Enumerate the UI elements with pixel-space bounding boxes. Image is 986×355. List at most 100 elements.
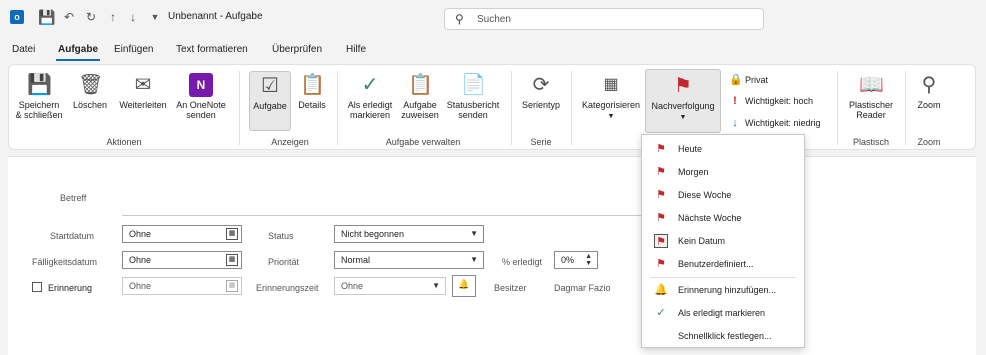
forward-button[interactable]: ✉ Weiterleiten [113,73,173,110]
ribbon-separator [337,71,338,145]
search-placeholder: Suchen [477,14,511,25]
spinner-icon[interactable]: ▲ ▼ [585,253,592,267]
details-view-button[interactable]: 📋 Details [293,73,331,110]
lock-icon: 🔒 [729,74,743,86]
recurrence-button[interactable]: ⟳ Serientyp [517,73,565,110]
ribbon-separator [571,71,572,145]
search-icon: ⚲ [455,12,464,26]
reminder-sound-button[interactable]: 🔔 [452,275,476,297]
delete-button[interactable]: 🗑 Löschen [67,73,113,110]
start-date-field[interactable]: Ohne ▦ [122,225,242,243]
menu-item-tomorrow[interactable]: ⚑ Morgen [642,161,804,183]
reminder-time-select[interactable]: Ohne ▼ [334,277,446,295]
title-bar: o 💾 ↶ ↻ ↑ ↓ ▼ Unbenannt - Aufgabe ⚲ Such… [0,0,986,36]
redo-icon[interactable]: ↻ [84,10,98,24]
menu-item-this-week[interactable]: ⚑ Diese Woche [642,184,804,206]
chevron-down-icon: ▼ [470,255,478,264]
send-status-report-button[interactable]: 📄 Statusbericht senden [443,73,503,120]
priority-label: Priorität [268,257,300,267]
tab-datei[interactable]: Datei [12,44,35,55]
zoom-button[interactable]: ⚲ Zoom [909,73,949,110]
status-label: Status [268,231,294,241]
calendar-icon[interactable]: ▦ [226,280,238,292]
private-button[interactable]: 🔒 Privat [729,73,768,86]
tab-ueberpruefen[interactable]: Überprüfen [272,44,322,55]
categorize-icon: ▦ [603,76,619,93]
undo-icon[interactable]: ↶ [62,10,76,24]
customize-toolbar-icon[interactable]: ▼ [148,10,162,24]
search-input[interactable]: ⚲ Suchen [444,8,764,30]
calendar-icon[interactable]: ▦ [226,228,238,240]
percent-complete-label: % erledigt [502,257,543,267]
flag-icon: ⚑ [654,234,668,248]
group-label-zoom: Zoom [917,137,941,147]
tab-aufgabe[interactable]: Aufgabe [58,44,98,55]
next-item-icon[interactable]: ↓ [126,10,140,24]
bell-icon: 🔔 [654,284,668,296]
task-view-button[interactable]: ☑ Aufgabe [249,71,291,131]
ribbon-separator [511,71,512,145]
menu-item-mark-complete[interactable]: ✓ Als erledigt markieren [642,302,804,324]
subject-label: Betreff [60,193,87,203]
ribbon-separator [239,71,240,145]
ribbon: 💾 Speichern & schließen 🗑 Löschen ✉ Weit… [8,64,976,150]
active-tab-indicator [56,59,100,61]
immersive-reader-icon: 📖 [859,74,884,96]
start-date-label: Startdatum [50,231,95,241]
group-label-show: Anzeigen [271,137,309,147]
chevron-down-icon: ▼ [432,281,440,290]
ribbon-separator [837,71,838,145]
save-close-button[interactable]: 💾 Speichern & schließen [13,73,65,120]
owner-value: Dagmar Fazio [554,283,611,293]
checkmark-icon: ✓ [656,307,666,319]
owner-label: Besitzer [494,283,527,293]
priority-select[interactable]: Normal ▼ [334,251,484,269]
follow-up-button[interactable]: ⚑ Nachverfolgung ▼ [645,69,721,133]
menu-item-set-quick-click[interactable]: Schnellklick festlegen... [642,325,804,347]
tab-hilfe[interactable]: Hilfe [346,44,366,55]
status-select[interactable]: Nicht begonnen ▼ [334,225,484,243]
onenote-icon: N [189,73,213,97]
send-to-onenote-button[interactable]: N An OneNote senden [173,73,229,120]
menu-bar: Datei Aufgabe Einfügen Text formatieren … [0,36,986,62]
magnifier-icon: ⚲ [921,74,937,96]
flag-icon: ⚑ [674,75,692,97]
menu-item-custom[interactable]: ⚑ Benutzerdefiniert... [642,253,804,275]
menu-item-next-week[interactable]: ⚑ Nächste Woche [642,207,804,229]
reminder-time-label: Erinnerungszeit [256,283,319,293]
reminder-label: Erinnerung [48,283,93,293]
menu-item-today[interactable]: ⚑ Heute [642,138,804,160]
percent-complete-stepper[interactable]: 0% ▲ ▼ [554,251,598,269]
group-label-manage-task: Aufgabe verwalten [385,137,461,147]
flag-icon: ⚑ [656,143,666,155]
flag-icon: ⚑ [656,258,666,270]
subject-input[interactable] [122,215,662,216]
mark-complete-button[interactable]: ✓ Als erledigt markieren [343,73,397,120]
arrow-down-icon: ↓ [732,117,738,129]
flag-icon: ⚑ [656,189,666,201]
due-date-label: Fälligkeitsdatum [32,257,98,267]
high-importance-button[interactable]: ! Wichtigkeit: hoch [729,95,813,107]
previous-item-icon[interactable]: ↑ [106,10,120,24]
immersive-reader-button[interactable]: 📖 Plastischer Reader [843,73,899,120]
group-label-series: Serie [530,137,552,147]
flag-icon: ⚑ [656,212,666,224]
tab-einfuegen[interactable]: Einfügen [114,44,153,55]
save-icon[interactable]: 💾 [38,10,55,24]
save-close-icon: 💾 [27,74,52,96]
tab-text-formatieren[interactable]: Text formatieren [176,44,248,55]
assign-task-button[interactable]: 📋 Aufgabe zuweisen [397,73,443,120]
exclamation-icon: ! [733,95,737,107]
window-title: Unbenannt - Aufgabe [168,11,263,22]
ribbon-separator [905,71,906,145]
categorize-button[interactable]: ▦ Kategorisieren ▼ [575,73,647,122]
calendar-icon[interactable]: ▦ [226,254,238,266]
low-importance-button[interactable]: ↓ Wichtigkeit: niedrig [729,117,820,129]
menu-item-no-date[interactable]: ⚑ Kein Datum [642,230,804,252]
reminder-date-field[interactable]: Ohne ▦ [122,277,242,295]
bell-icon: 🔔 [458,279,470,289]
menu-item-add-reminder[interactable]: 🔔 Erinnerung hinzufügen... [642,279,804,301]
chevron-down-icon: ▼ [607,113,615,120]
due-date-field[interactable]: Ohne ▦ [122,251,242,269]
reminder-checkbox[interactable] [32,282,42,292]
